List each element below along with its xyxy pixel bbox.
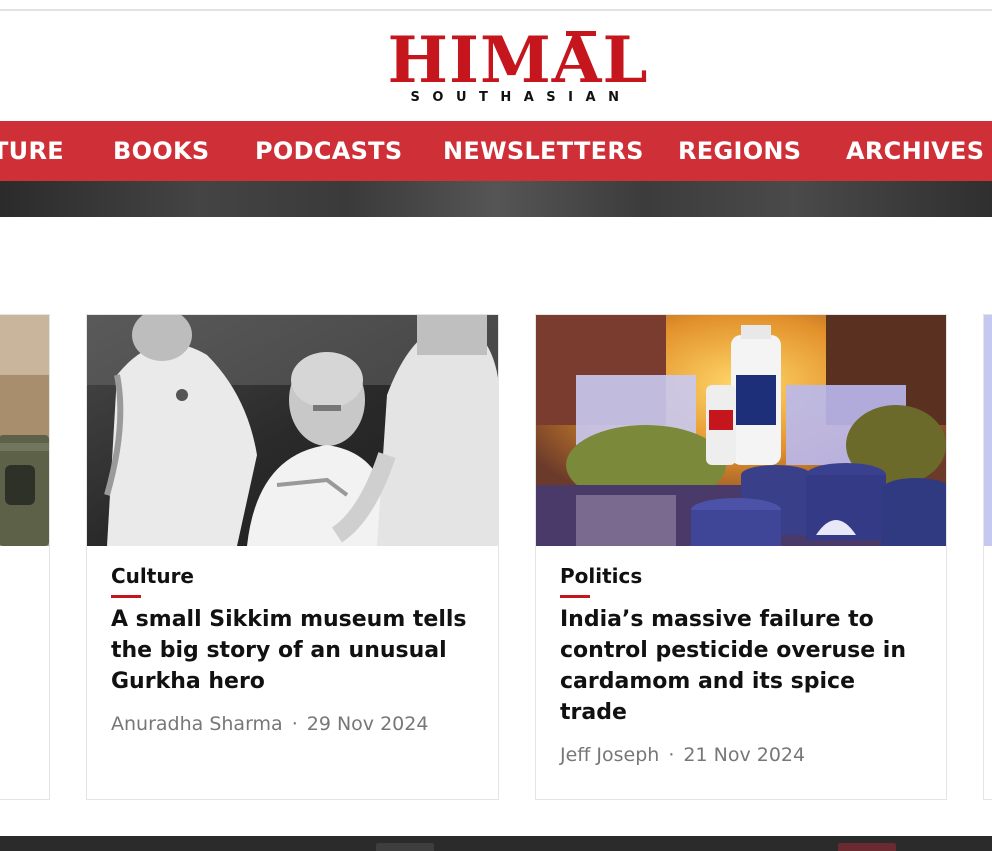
- logo-wordmark: HIMAL: [387, 23, 649, 98]
- article-image[interactable]: [984, 315, 992, 546]
- field-vehicle-photo-icon: [0, 315, 49, 546]
- article-card[interactable]: Culture A small Sikkim museum tells the …: [86, 314, 499, 800]
- nav-item-archives[interactable]: ARCHIVES: [846, 121, 984, 181]
- article-category[interactable]: Culture: [111, 563, 478, 589]
- footer-tab: [376, 843, 434, 851]
- article-date: 21 Nov 2024: [683, 744, 806, 766]
- article-card-partial-left[interactable]: [0, 314, 50, 800]
- site-logo[interactable]: HIMAL SOUTHASIAN: [384, 29, 652, 113]
- nav-item-culture[interactable]: TURE: [0, 121, 64, 181]
- logo-subtitle: SOUTHASIAN: [410, 90, 632, 105]
- footer-tab: [838, 843, 896, 851]
- article-title[interactable]: A small Sikkim museum tells the big stor…: [111, 604, 478, 697]
- nav-item-podcasts[interactable]: PODCASTS: [255, 121, 402, 181]
- meta-separator: ·: [668, 744, 675, 766]
- main-navigation: TURE BOOKS PODCASTS NEWSLETTERS REGIONS …: [0, 121, 992, 181]
- category-underline: [111, 595, 141, 598]
- article-date: 29 Nov 2024: [306, 713, 429, 735]
- nav-item-books[interactable]: BOOKS: [113, 121, 209, 181]
- article-image[interactable]: [87, 315, 498, 546]
- article-meta: Jeff Joseph · 21 Nov 2024: [560, 742, 926, 768]
- article-title[interactable]: India’s massive failure to control pesti…: [560, 604, 926, 728]
- pesticide-collage-icon: [536, 315, 946, 546]
- footer-strip: [0, 836, 992, 851]
- nav-item-newsletters[interactable]: NEWSLETTERS: [443, 121, 644, 181]
- article-card[interactable]: Politics India’s massive failure to cont…: [535, 314, 947, 800]
- article-image[interactable]: [0, 315, 49, 546]
- article-author[interactable]: Anuradha Sharma: [111, 713, 283, 735]
- article-author[interactable]: Jeff Joseph: [560, 744, 659, 766]
- archival-photo-nurses-icon: [87, 315, 498, 546]
- nav-item-regions[interactable]: REGIONS: [678, 121, 801, 181]
- article-meta: Anuradha Sharma · 29 Nov 2024: [111, 711, 478, 737]
- category-underline: [560, 595, 590, 598]
- masthead: HIMAL SOUTHASIAN: [0, 11, 992, 121]
- article-category[interactable]: Politics: [560, 563, 926, 589]
- hero-image-strip: [0, 181, 992, 217]
- logo-macron: [566, 31, 596, 36]
- article-image[interactable]: [536, 315, 946, 546]
- meta-separator: ·: [291, 713, 298, 735]
- article-card-partial-right[interactable]: [983, 314, 992, 800]
